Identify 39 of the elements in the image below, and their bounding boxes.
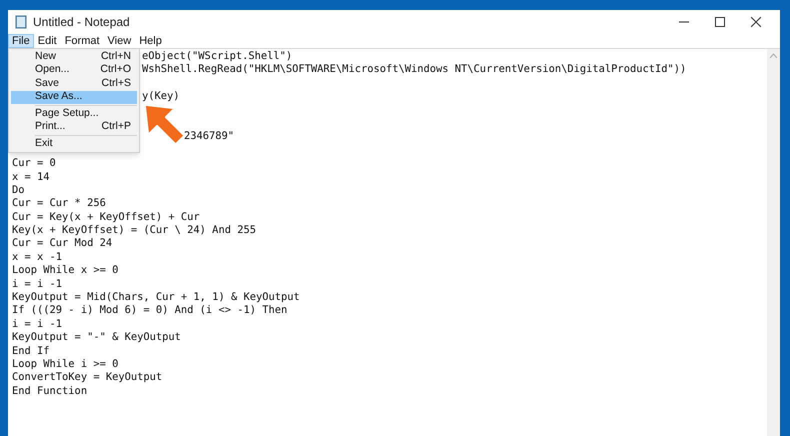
code-line: x = x -1 (12, 250, 62, 263)
code-line: WshShell.RegRead("HKLM\SOFTWARE\Microsoft\Windows NT\CurrentVersion\DigitalProductId")) (142, 63, 686, 76)
menu-option[interactable]: Print... Ctrl+P (11, 120, 137, 134)
menu-option[interactable]: New Ctrl+N (11, 50, 137, 64)
code-line: eObject("WScript.Shell") (142, 50, 292, 62)
scrollbar[interactable] (767, 49, 780, 436)
code-line: Loop While i >= 0 (12, 358, 118, 370)
code-line: If (((29 - i) Mod 6) = 0) And (i <> -1) Then (12, 304, 288, 316)
menu-item[interactable]: File (8, 34, 34, 48)
code-line: End If (12, 344, 50, 357)
menu-item[interactable]: Help (135, 34, 166, 48)
code-line: Cur = Key(x + KeyOffset) + Cur (12, 210, 200, 223)
menu-item[interactable]: Format (60, 34, 104, 48)
code-line: x = 14 (12, 170, 50, 183)
code-line: Key(x + KeyOffset) = (Cur \ 24) And 255 (12, 224, 256, 236)
code-line: i = i -1 (12, 318, 62, 330)
menu-option[interactable]: Save Ctrl+S (11, 77, 137, 90)
code-line: End Function (12, 384, 88, 397)
close-icon[interactable] (751, 17, 761, 27)
menu-item[interactable]: View (104, 34, 136, 48)
menu-option[interactable]: Page Setup... (11, 107, 137, 120)
menu-option[interactable]: Exit (11, 137, 137, 150)
code-line: y(Key) (142, 90, 180, 102)
menu-option[interactable]: Save As... (11, 90, 137, 104)
code-line: KeyOutput = "-" & KeyOutput (12, 331, 181, 344)
window-title: Untitled - Notepad (33, 14, 130, 31)
code-line: 2346789" (184, 130, 234, 142)
code-line: Cur = 0 (12, 157, 56, 170)
code-line: Cur = Cur * 256 (12, 197, 106, 210)
code-line: ConvertToKey = KeyOutput (12, 371, 162, 384)
code-line: KeyOutput = Mid(Chars, Cur + 1, 1) & KeyOutput (12, 291, 300, 304)
code-line: Do (12, 184, 25, 196)
code-line: i = i -1 (12, 278, 62, 290)
notepad-icon (14, 15, 28, 29)
code-line: Loop While x >= 0 (12, 264, 118, 276)
menu-option[interactable]: Open... Ctrl+O (11, 64, 137, 77)
maximize-icon[interactable] (715, 17, 725, 27)
menu-item[interactable]: Edit (34, 34, 61, 48)
code-line: Cur = Cur Mod 24 (12, 237, 112, 250)
